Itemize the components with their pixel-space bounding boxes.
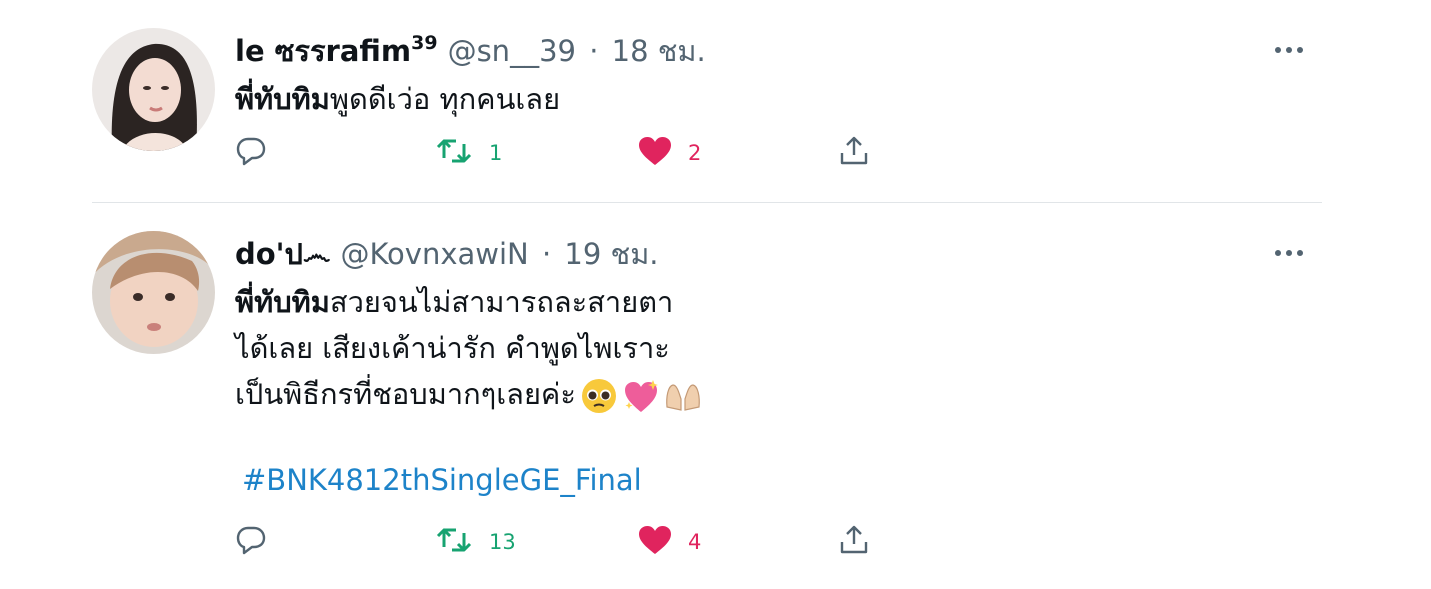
pleading-face-emoji bbox=[580, 377, 618, 415]
reply-button[interactable] bbox=[235, 524, 267, 560]
separator: · bbox=[541, 237, 552, 271]
heart-icon bbox=[638, 136, 672, 170]
handle[interactable]: @KovnxawiN bbox=[340, 237, 528, 271]
handle[interactable]: @sn__39 bbox=[448, 34, 576, 68]
more-options-icon[interactable] bbox=[1274, 243, 1304, 256]
avatar[interactable] bbox=[92, 231, 215, 354]
tweet-actions: 13 4 bbox=[235, 524, 895, 560]
tweet-header: do'ป෴ @KovnxawiN · 19 ชม. bbox=[235, 231, 659, 271]
mention-text: พี่ทับทิม bbox=[235, 285, 330, 319]
timestamp[interactable]: 18 ชม. bbox=[612, 34, 706, 68]
like-count: 4 bbox=[688, 530, 702, 554]
divider bbox=[92, 202, 1322, 203]
hashtag-link[interactable]: #BNK4812thSingleGE_Final bbox=[242, 463, 642, 497]
tweet-actions: 1 2 bbox=[235, 135, 895, 171]
share-icon bbox=[838, 524, 870, 560]
separator: · bbox=[589, 34, 599, 68]
display-name[interactable]: do'ป෴ bbox=[235, 231, 330, 277]
tweet-text-content: พูดดีเว่อ ทุกคนเลย bbox=[329, 82, 561, 116]
share-icon bbox=[838, 135, 870, 171]
share-button[interactable] bbox=[838, 135, 870, 171]
retweet-count: 13 bbox=[489, 530, 516, 554]
tweet[interactable]: le ซรรrafim39 @sn__39 · 18 ชม. พี่ทับทิม… bbox=[92, 28, 1322, 202]
display-name[interactable]: le ซรรrafim39 bbox=[235, 28, 438, 74]
retweet-count: 1 bbox=[489, 141, 503, 165]
more-options-icon[interactable] bbox=[1274, 40, 1304, 53]
tweet-meta: @KovnxawiN · 19 ชม. bbox=[340, 231, 658, 277]
like-button[interactable]: 4 bbox=[638, 524, 701, 560]
reply-icon bbox=[235, 135, 267, 171]
tweet[interactable]: do'ป෴ @KovnxawiN · 19 ชม. พี่ทับทิมสวยจน… bbox=[92, 231, 1322, 589]
heart-icon bbox=[638, 525, 672, 559]
share-button[interactable] bbox=[838, 524, 870, 560]
timestamp[interactable]: 19 ชม. bbox=[564, 237, 658, 271]
tweet-text: พี่ทับทิมสวยจนไม่สามารถละสายตา ได้เลย เส… bbox=[235, 279, 702, 417]
sparkling-heart-emoji bbox=[622, 377, 660, 415]
avatar[interactable] bbox=[92, 28, 215, 151]
tweet-header: le ซรรrafim39 @sn__39 · 18 ชม. bbox=[235, 28, 706, 68]
reply-button[interactable] bbox=[235, 135, 267, 171]
retweet-button[interactable]: 13 bbox=[435, 524, 516, 560]
retweet-icon bbox=[435, 136, 473, 170]
like-count: 2 bbox=[688, 141, 702, 165]
tweet-text: พี่ทับทิมพูดดีเว่อ ทุกคนเลย bbox=[235, 76, 560, 122]
mention-text: พี่ทับทิม bbox=[235, 82, 330, 116]
retweet-button[interactable]: 1 bbox=[435, 135, 502, 171]
like-button[interactable]: 2 bbox=[638, 135, 701, 171]
tweet-meta: @sn__39 · 18 ชม. bbox=[448, 28, 706, 74]
palms-up-emoji bbox=[664, 377, 702, 415]
reply-icon bbox=[235, 524, 267, 560]
retweet-icon bbox=[435, 525, 473, 559]
name-superscript: 39 bbox=[411, 32, 438, 54]
